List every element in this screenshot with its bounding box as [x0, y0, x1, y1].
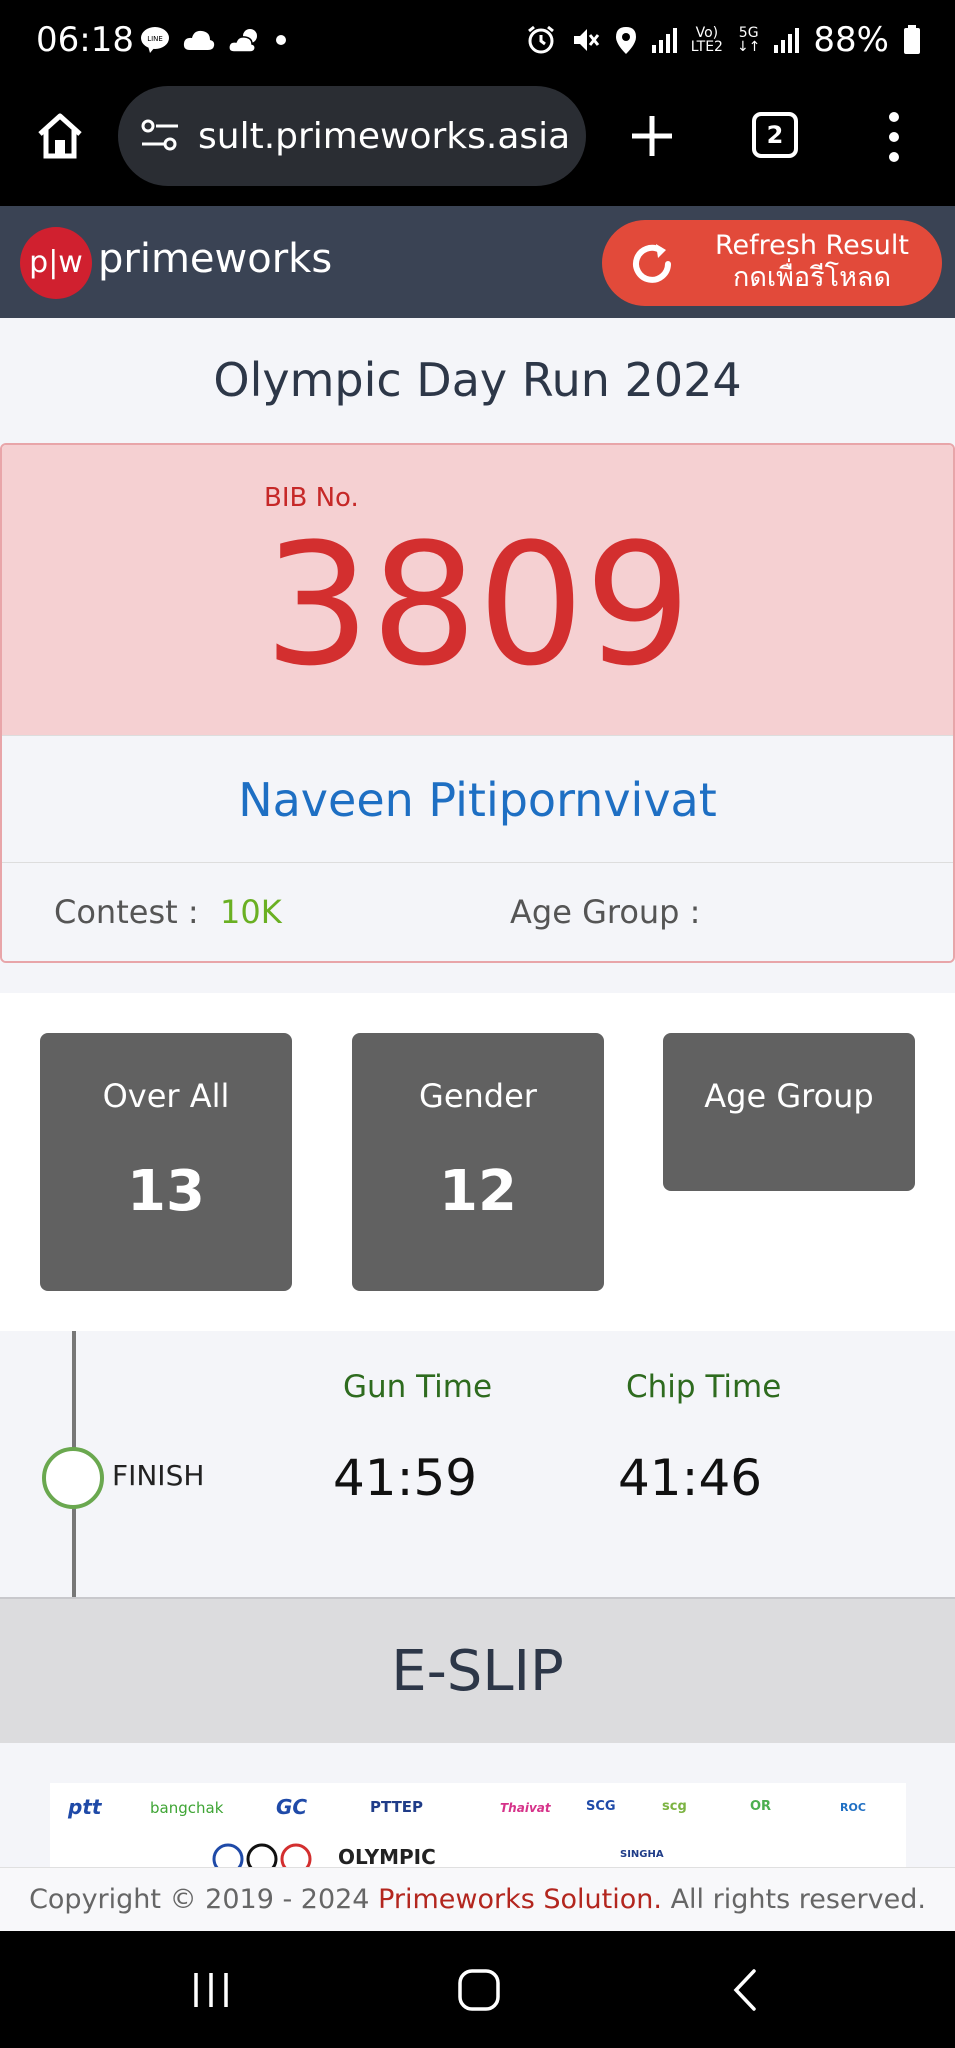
sponsor-logo-bangchak: bangchak [150, 1799, 224, 1817]
address-bar[interactable]: sult.primeworks.asia [118, 86, 586, 186]
refresh-label-en: Refresh Result [715, 230, 909, 261]
more-menu-icon[interactable] [884, 110, 904, 164]
sponsor-logo-pttep: PTTEP [370, 1798, 424, 1816]
cloud-icon [183, 30, 215, 50]
timing-timeline: FINISH Gun Time Chip Time 41:59 41:46 [0, 1331, 955, 1597]
age-group-rank-box: Age Group [663, 1033, 915, 1191]
back-icon[interactable] [722, 1965, 772, 2015]
footer-brand-link[interactable]: Primeworks Solution. [378, 1884, 662, 1915]
site-settings-icon[interactable] [138, 114, 182, 158]
browser-toolbar: sult.primeworks.asia 2 [0, 86, 955, 206]
gender-rank-label: Gender [419, 1077, 537, 1115]
home-nav-icon[interactable] [454, 1965, 504, 2015]
sponsor-logo-scg-green: scg [662, 1799, 687, 1814]
logo-mark[interactable]: p|w [20, 227, 92, 299]
bib-card: BIB No. 3809 Naveen Pitipornvivat Contes… [0, 443, 955, 963]
recent-apps-icon[interactable] [186, 1965, 236, 2015]
5g-indicator: 5G ↓↑ [736, 25, 761, 55]
alarm-icon [527, 25, 554, 54]
runner-meta: Contest : 10K Age Group : [2, 863, 953, 961]
system-nav-bar [0, 1931, 955, 2048]
location-icon [615, 27, 636, 54]
status-right: Vo) LTE2 5G ↓↑ 88% [526, 20, 921, 60]
contest-value: 10K [220, 893, 282, 931]
chip-time-value: 41:46 [618, 1449, 763, 1507]
overall-rank-label: Over All [102, 1077, 230, 1115]
age-group-label: Age Group : [510, 893, 701, 931]
line-icon: LINE [141, 27, 169, 53]
mute-icon [573, 29, 599, 51]
contest-label: Contest : [54, 893, 199, 931]
bib-panel: BIB No. 3809 [2, 445, 953, 735]
age-group-rank-label: Age Group [704, 1077, 874, 1115]
rank-section: Over All 13 Gender 12 Age Group [0, 993, 955, 1331]
sponsor-logo-olympic: OLYMPIC [338, 1845, 436, 1867]
footer: Copyright © 2019 - 2024 Primeworks Solut… [0, 1867, 955, 1931]
site-header: p|w primeworks Refresh Result กดเพื่อรีโ… [0, 206, 955, 318]
tab-switcher-button[interactable]: 2 [752, 112, 798, 158]
sponsor-logo-singha: SINGHA [620, 1849, 664, 1860]
finish-checkpoint-dot [42, 1447, 104, 1509]
sponsor-logo-or: OR [750, 1799, 772, 1814]
signal-icon-2 [774, 27, 800, 53]
sponsor-logos: ptt bangchak GC PTTEP Thaivat SCG scg OR… [50, 1783, 906, 1867]
runner-name: Naveen Pitipornvivat [2, 735, 953, 863]
chip-time-label: Chip Time [626, 1369, 782, 1405]
logo-text[interactable]: primeworks [98, 236, 332, 282]
weather-icon [228, 29, 257, 53]
checkpoint-label: FINISH [112, 1459, 205, 1492]
gun-time-value: 41:59 [333, 1449, 478, 1507]
status-bar: 06:18 LINE Vo) LTE2 5G ↓↑ 88% [0, 0, 955, 86]
url-text[interactable]: sult.primeworks.asia [198, 116, 570, 157]
battery-icon [904, 25, 920, 54]
network-type: Vo) LTE2 [690, 25, 723, 55]
gender-rank-value: 12 [439, 1159, 517, 1224]
sponsors-section: ptt bangchak GC PTTEP Thaivat SCG scg OR… [0, 1743, 955, 1867]
bib-number: 3809 [263, 507, 692, 703]
refresh-result-button[interactable]: Refresh Result กดเพื่อรีโหลด [602, 220, 942, 306]
battery-percent: 88% [813, 20, 889, 60]
refresh-label: Refresh Result กดเพื่อรีโหลด [702, 230, 922, 294]
home-icon[interactable] [34, 110, 86, 162]
sponsor-logo-roc: ROC [840, 1801, 866, 1814]
overall-rank-box: Over All 13 [40, 1033, 292, 1291]
signal-icon [651, 27, 677, 53]
new-tab-icon[interactable] [628, 112, 676, 160]
event-title: Olympic Day Run 2024 [0, 318, 955, 442]
copyright-suffix: All rights reserved. [670, 1884, 926, 1915]
dot-icon [276, 35, 286, 45]
gun-time-label: Gun Time [343, 1369, 493, 1405]
copyright-prefix: Copyright © 2019 - 2024 [29, 1884, 370, 1915]
sponsor-logo-scg: SCG [586, 1799, 616, 1814]
sponsor-logo-thaivat: Thaivat [500, 1801, 551, 1815]
refresh-icon [633, 244, 671, 283]
svg-text:LINE: LINE [147, 35, 163, 43]
status-left-icons: LINE [140, 26, 288, 54]
overall-rank-value: 13 [127, 1159, 205, 1224]
olympic-rings-icon [212, 1843, 312, 1867]
refresh-label-th: กดเพื่อรีโหลด [732, 262, 891, 293]
eslip-button[interactable]: E-SLIP [0, 1597, 955, 1743]
gender-rank-box: Gender 12 [352, 1033, 604, 1291]
sponsor-logo-ptt: ptt [68, 1795, 102, 1819]
sponsor-logo-gc: GC [276, 1795, 308, 1819]
status-time: 06:18 [36, 20, 134, 60]
